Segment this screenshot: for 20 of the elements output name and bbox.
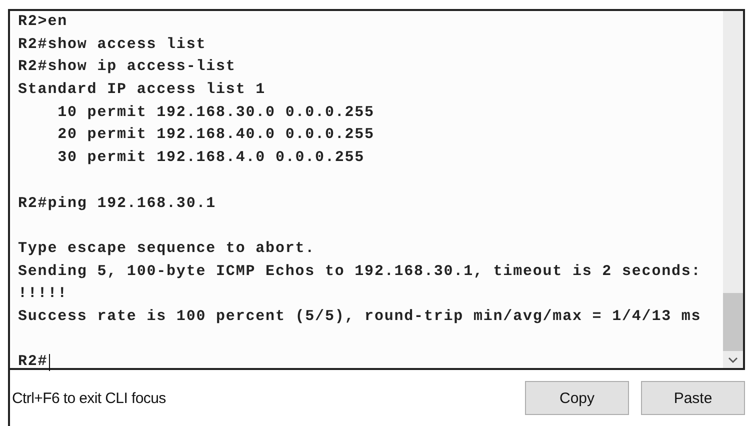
terminal-line: Standard IP access list 1 — [18, 80, 267, 100]
clipboard-button[interactable]: Paste — [641, 381, 745, 415]
terminal-line: 20 permit 192.168.40.0 0.0.0.255 — [56, 125, 376, 146]
cli-focus-hint: Ctrl+F6 to exit CLI focus — [12, 390, 166, 406]
scrollbar-thumb[interactable] — [723, 293, 743, 351]
clipboard-button[interactable]: Copy — [525, 381, 629, 415]
terminal-line: !!!!! — [18, 284, 69, 304]
terminal-line: 30 permit 192.168.4.0 0.0.0.255 — [56, 148, 366, 168]
terminal-line: Sending 5, 100-byte ICMP Echos to 192.168.30.1, timeout is 2 seconds: — [18, 262, 702, 282]
scroll-down-icon[interactable] — [728, 357, 738, 364]
text-cursor-icon — [48, 354, 50, 372]
terminal-line: R2#ping 192.168.30.1 — [18, 194, 218, 214]
terminal-line: R2#show ip access-list — [18, 57, 237, 78]
terminal-line: R2>en — [18, 12, 69, 32]
terminal-line: Success rate is 100 percent (5/5), round-trip min/avg/max = 1/4/13 ms — [18, 306, 702, 327]
terminal-line: R2#show access list — [18, 34, 208, 55]
terminal-prompt: R2# — [18, 352, 48, 372]
terminal-line: Type escape sequence to abort. — [18, 238, 316, 259]
terminal-line: 10 permit 192.168.30.0 0.0.0.255 — [56, 102, 376, 123]
scrollbar[interactable] — [723, 11, 743, 368]
